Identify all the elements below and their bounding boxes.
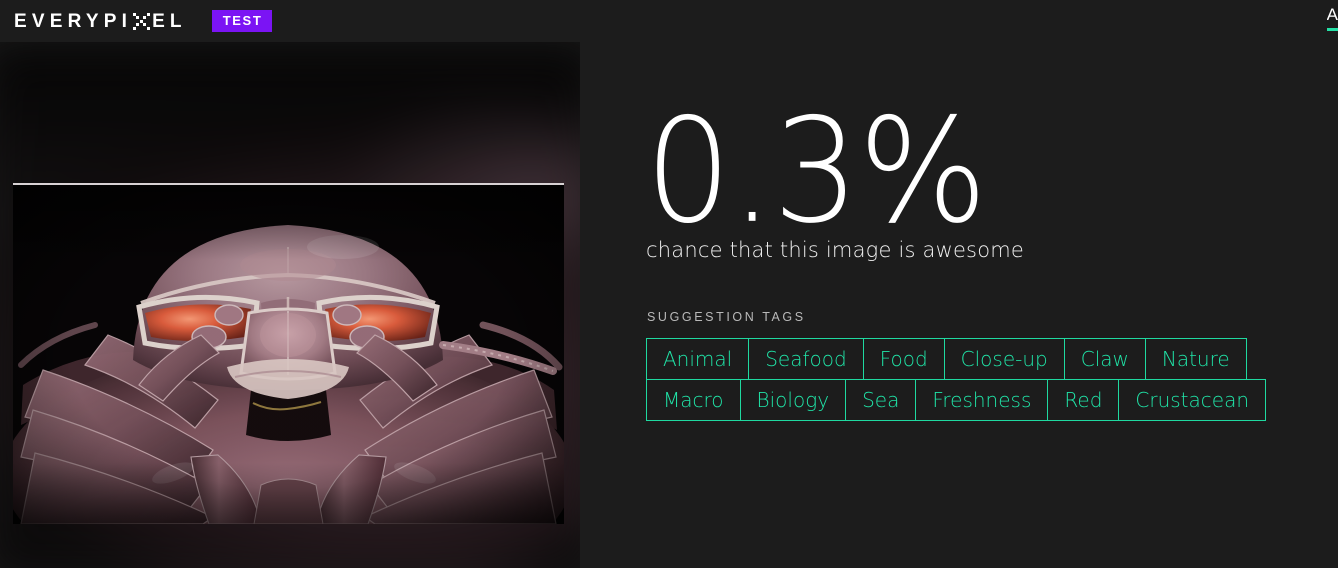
pixelated-x-icon xyxy=(133,13,150,30)
tag-crustacean[interactable]: Crustacean xyxy=(1118,379,1267,421)
tag-close-up[interactable]: Close-up xyxy=(943,338,1065,380)
suggestion-tags-label: SUGGESTION TAGS xyxy=(647,310,806,324)
logo-text-left: EVERYPI xyxy=(14,10,133,32)
test-badge[interactable]: TEST xyxy=(211,10,273,32)
image-panel xyxy=(0,42,580,568)
tag-row: Macro Biology Sea Freshness Red Crustacean xyxy=(646,379,1338,421)
awesomeness-score: 0.3% xyxy=(645,88,988,256)
header-nav: A xyxy=(1326,0,1338,42)
isopod-photo xyxy=(13,185,564,524)
main-image-frame[interactable] xyxy=(13,183,564,524)
suggestion-tags-list: Animal Seafood Food Close-up Claw Nature Macr… xyxy=(646,338,1338,421)
nav-link-a[interactable]: A xyxy=(1326,6,1338,31)
results-panel: 0.3% chance that this image is awesome S… xyxy=(645,42,1338,568)
tag-animal[interactable]: Animal xyxy=(646,338,750,380)
tag-claw[interactable]: Claw xyxy=(1063,338,1146,380)
score-caption: chance that this image is awesome xyxy=(646,238,1025,262)
tag-food[interactable]: Food xyxy=(862,338,945,380)
tag-sea[interactable]: Sea xyxy=(845,379,917,421)
tag-seafood[interactable]: Seafood xyxy=(748,338,864,380)
tag-freshness[interactable]: Freshness xyxy=(915,379,1049,421)
tag-red[interactable]: Red xyxy=(1047,379,1120,421)
tag-macro[interactable]: Macro xyxy=(646,379,741,421)
site-logo[interactable]: EVERYPI EL xyxy=(14,0,187,42)
top-header: EVERYPI EL TEST A xyxy=(0,0,1338,42)
tag-row: Animal Seafood Food Close-up Claw Nature xyxy=(646,338,1338,380)
logo-text-right: EL xyxy=(152,10,187,32)
tag-biology[interactable]: Biology xyxy=(739,379,847,421)
tag-nature[interactable]: Nature xyxy=(1144,338,1247,380)
